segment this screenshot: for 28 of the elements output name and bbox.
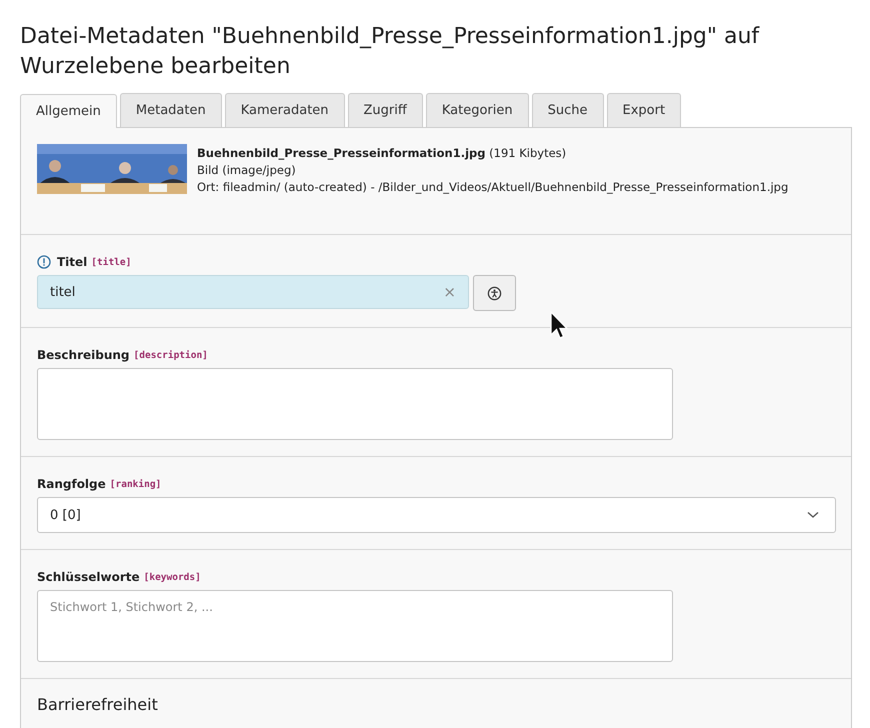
- tab[interactable]: Metadaten: [120, 93, 222, 127]
- tab[interactable]: Kategorien: [426, 93, 529, 127]
- tab[interactable]: Export: [606, 93, 682, 127]
- keywords-field[interactable]: Stichwort 1, Stichwort 2, ...: [37, 590, 673, 662]
- field-key: [ranking]: [110, 478, 162, 490]
- accessibility-icon: [487, 286, 502, 300]
- field-key: [description]: [134, 350, 208, 360]
- mouse-cursor-icon: [549, 311, 569, 341]
- field-label: Beschreibung: [37, 348, 130, 362]
- file-location: Ort: fileadmin/ (auto-created) - /Bilder_und_Videos/Aktuell/Buehnenbild_Presse_Presseinformation1.jpg: [197, 179, 788, 196]
- tab[interactable]: Suche: [532, 93, 604, 127]
- page-title: Datei-Metadaten "Buehnenbild_Presse_Presseinformation1.jpg" auf Wurzelebene bearbeiten: [19, 23, 760, 81]
- tab[interactable]: Zugriff: [348, 93, 423, 127]
- description-field[interactable]: [37, 368, 673, 440]
- ranking-select[interactable]: 0 [0]: [37, 497, 836, 533]
- accessibility-button[interactable]: [473, 275, 516, 311]
- field-label: Titel: [57, 255, 88, 269]
- field-key: [title]: [91, 256, 132, 268]
- chevron-down-icon: [807, 511, 819, 519]
- title-field[interactable]: titel ×: [37, 275, 469, 309]
- file-name: Buehnenbild_Presse_Presseinformation1.jpg (191 Kibytes): [197, 145, 568, 162]
- field-key: [keywords]: [144, 572, 201, 582]
- file-type: Bild (image/jpeg): [197, 162, 297, 179]
- tab[interactable]: Allgemein: [20, 94, 117, 128]
- field-label: Schlüsselworte: [37, 570, 140, 584]
- tab[interactable]: Kameradaten: [224, 93, 345, 127]
- section-heading: Barrierefreiheit: [37, 695, 159, 714]
- field-label: Rangfolge: [37, 477, 106, 491]
